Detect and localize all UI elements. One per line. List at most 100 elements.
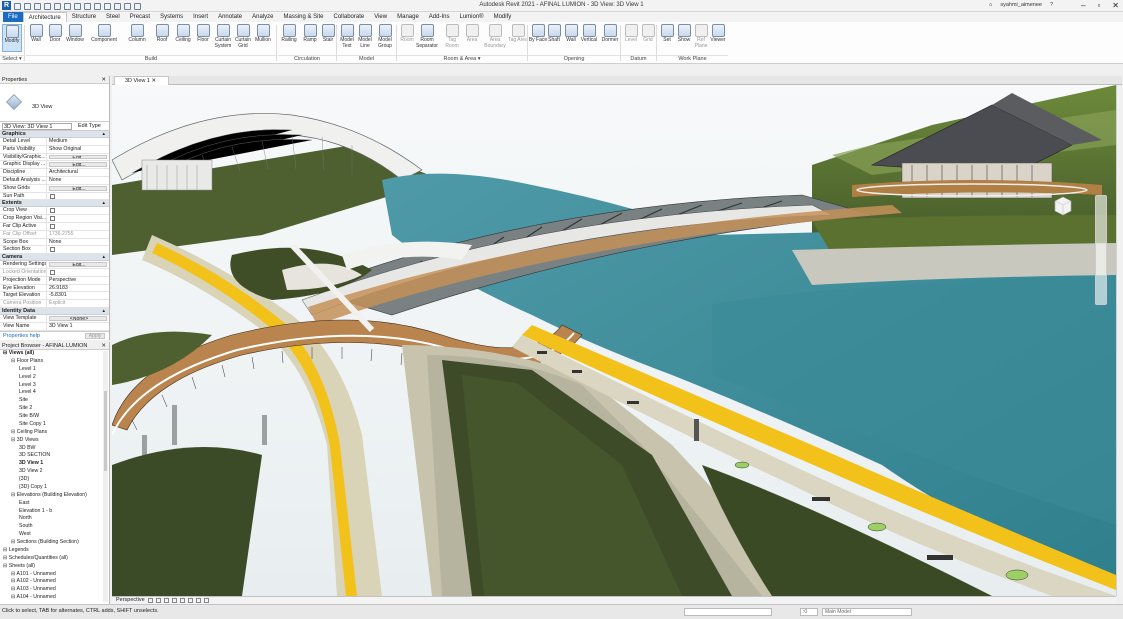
navigation-bar[interactable] <box>1095 195 1107 305</box>
user-name[interactable]: syahmi_aimenee <box>1000 2 1042 8</box>
view-cube[interactable] <box>1050 193 1076 219</box>
identity-data-section[interactable]: Identity Data <box>0 307 109 315</box>
ceiling-button[interactable]: Ceiling <box>172 24 194 52</box>
temporary-hide-icon[interactable] <box>195 598 201 603</box>
window-button[interactable]: Window <box>64 24 86 52</box>
close-icon[interactable]: ✕ <box>101 76 106 84</box>
property-value[interactable]: None <box>47 177 109 184</box>
browser-item[interactable]: {3D} <box>0 476 109 484</box>
browser-item[interactable]: North <box>0 515 109 523</box>
browser-item[interactable]: ⊟ 3D Views <box>0 437 109 445</box>
browser-item[interactable]: Site B/W <box>0 413 109 421</box>
browser-item[interactable]: Site 2 <box>0 405 109 413</box>
browser-item[interactable]: 3D View 2 <box>0 468 109 476</box>
browser-item[interactable]: Level 1 <box>0 366 109 374</box>
tab-systems[interactable]: Systems <box>155 12 188 22</box>
type-selector[interactable]: 3D View <box>0 84 109 122</box>
browser-item[interactable]: Site Copy 1 <box>0 421 109 429</box>
area-button[interactable]: Area <box>462 24 482 52</box>
model-group-button[interactable]: Model Group <box>374 24 396 52</box>
tab-steel[interactable]: Steel <box>101 12 125 22</box>
browser-item[interactable]: ⊟ A101 - Unnamed <box>0 571 109 579</box>
property-value[interactable]: Show Original <box>47 146 109 153</box>
tab-annotate[interactable]: Annotate <box>213 12 247 22</box>
extents-section[interactable]: Extents <box>0 200 109 208</box>
property-value[interactable] <box>47 246 109 253</box>
vertical-button[interactable]: Vertical <box>578 24 600 52</box>
maximize-icon[interactable]: ▫ <box>1097 1 1100 10</box>
checkbox[interactable] <box>50 269 55 275</box>
checkbox[interactable] <box>50 247 55 253</box>
tab-file[interactable]: File <box>3 12 23 22</box>
apply-button[interactable]: Apply <box>85 333 105 339</box>
property-value[interactable] <box>47 207 109 214</box>
close-icon[interactable]: ✕ <box>101 342 106 350</box>
property-value[interactable] <box>47 215 109 222</box>
workset-field[interactable] <box>684 608 772 616</box>
tab-analyze[interactable]: Analyze <box>247 12 278 22</box>
sun-path-icon[interactable] <box>155 598 161 603</box>
grid-button[interactable]: Grid <box>638 24 658 52</box>
component-button[interactable]: Component <box>88 24 120 52</box>
tab-manage[interactable]: Manage <box>392 12 424 22</box>
help-icon[interactable]: ? <box>1050 2 1053 8</box>
visual-style-icon[interactable] <box>147 598 153 603</box>
tab-architecture[interactable]: Architecture <box>22 12 67 22</box>
browser-item[interactable]: ⊟ Elevations (Building Elevation) <box>0 492 109 500</box>
shadows-icon[interactable] <box>163 598 169 603</box>
tag-room-button[interactable]: Tag Room <box>442 24 462 52</box>
properties-help-link[interactable]: Properties help <box>3 333 40 339</box>
room-button[interactable]: Room <box>397 24 417 52</box>
area-boundary-button[interactable]: Area Boundary <box>482 24 508 52</box>
edit-button[interactable]: Edit... <box>49 154 107 160</box>
tab-lumion[interactable]: Lumion® <box>454 12 488 22</box>
checkbox[interactable] <box>50 216 55 222</box>
tab-massing-site[interactable]: Massing & Site <box>278 12 328 22</box>
browser-item[interactable]: ⊟ Schedules/Quantities (all) <box>0 555 109 563</box>
stair-button[interactable]: Stair <box>318 24 338 52</box>
browser-item[interactable]: ⊟ Views (all) <box>0 350 109 358</box>
lock-view-icon[interactable] <box>179 598 185 603</box>
view-scrollbar[interactable] <box>1116 85 1123 596</box>
browser-item[interactable]: ⊟ Legends <box>0 547 109 555</box>
column-button[interactable]: Column <box>125 24 149 52</box>
design-option-field[interactable]: Main Model <box>822 608 912 616</box>
property-value[interactable]: None <box>47 239 109 246</box>
property-value[interactable] <box>47 269 109 276</box>
property-value[interactable]: Medium <box>47 138 109 145</box>
property-value[interactable]: 1736.2755 <box>47 231 109 238</box>
tab-view[interactable]: View <box>369 12 392 22</box>
reveal-hidden-icon[interactable] <box>203 598 209 603</box>
checkbox[interactable] <box>50 223 55 229</box>
curtain-system-button[interactable]: Curtain System <box>212 24 234 52</box>
browser-item[interactable]: Level 4 <box>0 389 109 397</box>
checkbox[interactable] <box>50 193 55 199</box>
browser-item[interactable]: 3D View 1 <box>0 460 109 468</box>
roof-button[interactable]: Roof <box>152 24 172 52</box>
room-area-panel-label[interactable]: Room & Area ▾ <box>397 55 527 63</box>
model-line-button[interactable]: Model Line <box>355 24 375 52</box>
checkbox[interactable] <box>50 208 55 214</box>
browser-item[interactable]: ⊟ Ceiling Plans <box>0 429 109 437</box>
browser-item[interactable]: ⊟ Sheets (all) <box>0 563 109 571</box>
property-value[interactable]: Perspective <box>47 277 109 284</box>
browser-scrollbar[interactable] <box>103 351 108 602</box>
browser-item[interactable]: Level 2 <box>0 374 109 382</box>
browser-item[interactable]: West <box>0 531 109 539</box>
crop-icon[interactable] <box>187 598 193 603</box>
browser-item[interactable]: ⊟ A103 - Unnamed <box>0 586 109 594</box>
property-value[interactable]: Architectural <box>47 169 109 176</box>
cart-icon[interactable]: ⌂ <box>989 2 992 8</box>
select-panel-label[interactable]: Select ▾ <box>0 55 24 63</box>
browser-item[interactable]: East <box>0 500 109 508</box>
wall-button[interactable]: Wall <box>26 24 46 52</box>
tab-collaborate[interactable]: Collaborate <box>329 12 370 22</box>
browser-item[interactable]: ⊟ Floor Plans <box>0 358 109 366</box>
model-text-button[interactable]: Model Text <box>337 24 357 52</box>
edit-button[interactable]: Edit... <box>49 185 107 191</box>
floor-button[interactable]: Floor <box>193 24 213 52</box>
property-value[interactable]: -5.8301 <box>47 292 109 299</box>
tab-structure[interactable]: Structure <box>67 12 101 22</box>
tab-modify[interactable]: Modify <box>489 12 517 22</box>
ramp-button[interactable]: Ramp <box>300 24 320 52</box>
